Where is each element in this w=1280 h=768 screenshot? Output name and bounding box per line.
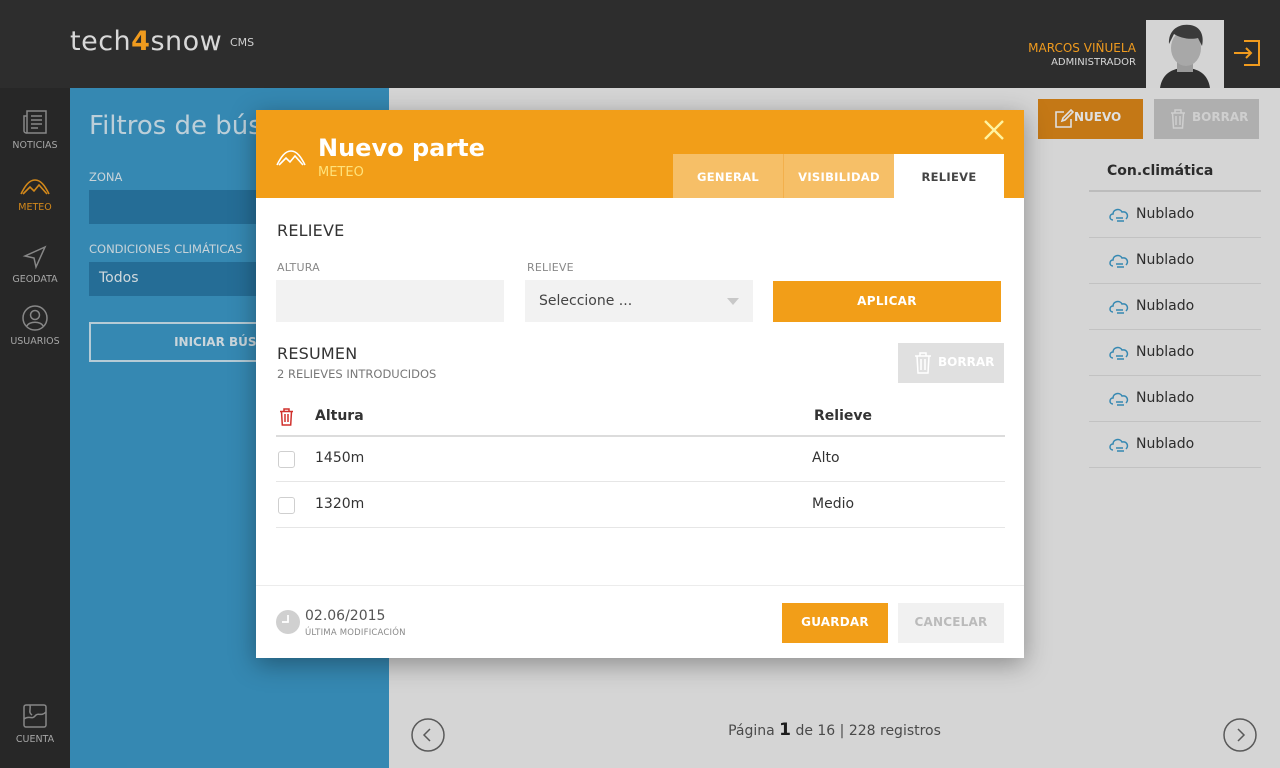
delete-button-label: BORRAR: [938, 355, 995, 369]
altura-input[interactable]: [276, 280, 504, 322]
modal-title: Nuevo parte: [318, 134, 485, 162]
logo-tag: CMS: [230, 36, 255, 49]
section-title-relieve: RELIEVE: [277, 221, 345, 240]
tab-visibilidad[interactable]: VISIBILIDAD: [783, 154, 894, 198]
clock-icon: [276, 610, 300, 634]
logo-text-four: 4: [131, 26, 151, 57]
footer-divider: [256, 585, 1024, 586]
top-bar: tech4snow CMS MARCOS VIÑUELA ADMINISTRAD…: [0, 0, 1280, 88]
summary-count: 2 RELIEVES INTRODUCIDOS: [277, 367, 437, 381]
row-checkbox[interactable]: [278, 497, 295, 514]
logo-text-tech: tech: [70, 26, 132, 57]
modal-subtitle: METEO: [318, 165, 364, 180]
tab-general[interactable]: GENERAL: [673, 154, 783, 198]
row-altura: 1320m: [315, 496, 365, 512]
modal-header: Nuevo parte METEO GENERAL VISIBILIDAD RE…: [256, 110, 1024, 198]
logo-text-snow: snow: [150, 26, 223, 57]
table-header-divider: [276, 435, 1005, 437]
altura-label: ALTURA: [277, 261, 320, 274]
user-name: MARCOS VIÑUELA: [1028, 41, 1136, 55]
relieve-select-value: Seleccione ...: [539, 293, 633, 309]
chevron-down-icon: [727, 298, 739, 305]
save-button[interactable]: GUARDAR: [782, 603, 888, 643]
row-divider: [276, 481, 1005, 482]
row-divider: [276, 527, 1005, 528]
relieve-label: RELIEVE: [527, 261, 574, 274]
relieve-select[interactable]: Seleccione ...: [525, 280, 753, 322]
apply-button[interactable]: APLICAR: [773, 281, 1001, 322]
summary-title: RESUMEN: [277, 344, 358, 363]
column-header-altura: Altura: [315, 408, 364, 424]
trash-icon: [915, 352, 931, 374]
user-role: ADMINISTRADOR: [1051, 57, 1136, 68]
row-altura: 1450m: [315, 450, 365, 466]
row-relieve: Alto: [812, 450, 840, 466]
logout-icon[interactable]: [1232, 38, 1262, 68]
avatar[interactable]: [1146, 20, 1224, 88]
brand-logo[interactable]: tech4snow CMS: [70, 26, 254, 57]
trash-icon[interactable]: [279, 408, 294, 426]
tab-relieve[interactable]: RELIEVE: [894, 154, 1004, 198]
last-modified-date: 02.06/2015: [305, 608, 386, 624]
cancel-button[interactable]: CANCELAR: [898, 603, 1004, 643]
last-modified-label: ÚLTIMA MODIFICACIÓN: [305, 628, 406, 638]
delete-button[interactable]: BORRAR: [898, 343, 1004, 383]
close-icon[interactable]: [982, 118, 1006, 142]
new-report-modal: Nuevo parte METEO GENERAL VISIBILIDAD RE…: [256, 110, 1024, 658]
column-header-relieve: Relieve: [814, 408, 872, 424]
row-checkbox[interactable]: [278, 451, 295, 468]
mountain-icon: [276, 150, 306, 166]
row-relieve: Medio: [812, 496, 855, 512]
